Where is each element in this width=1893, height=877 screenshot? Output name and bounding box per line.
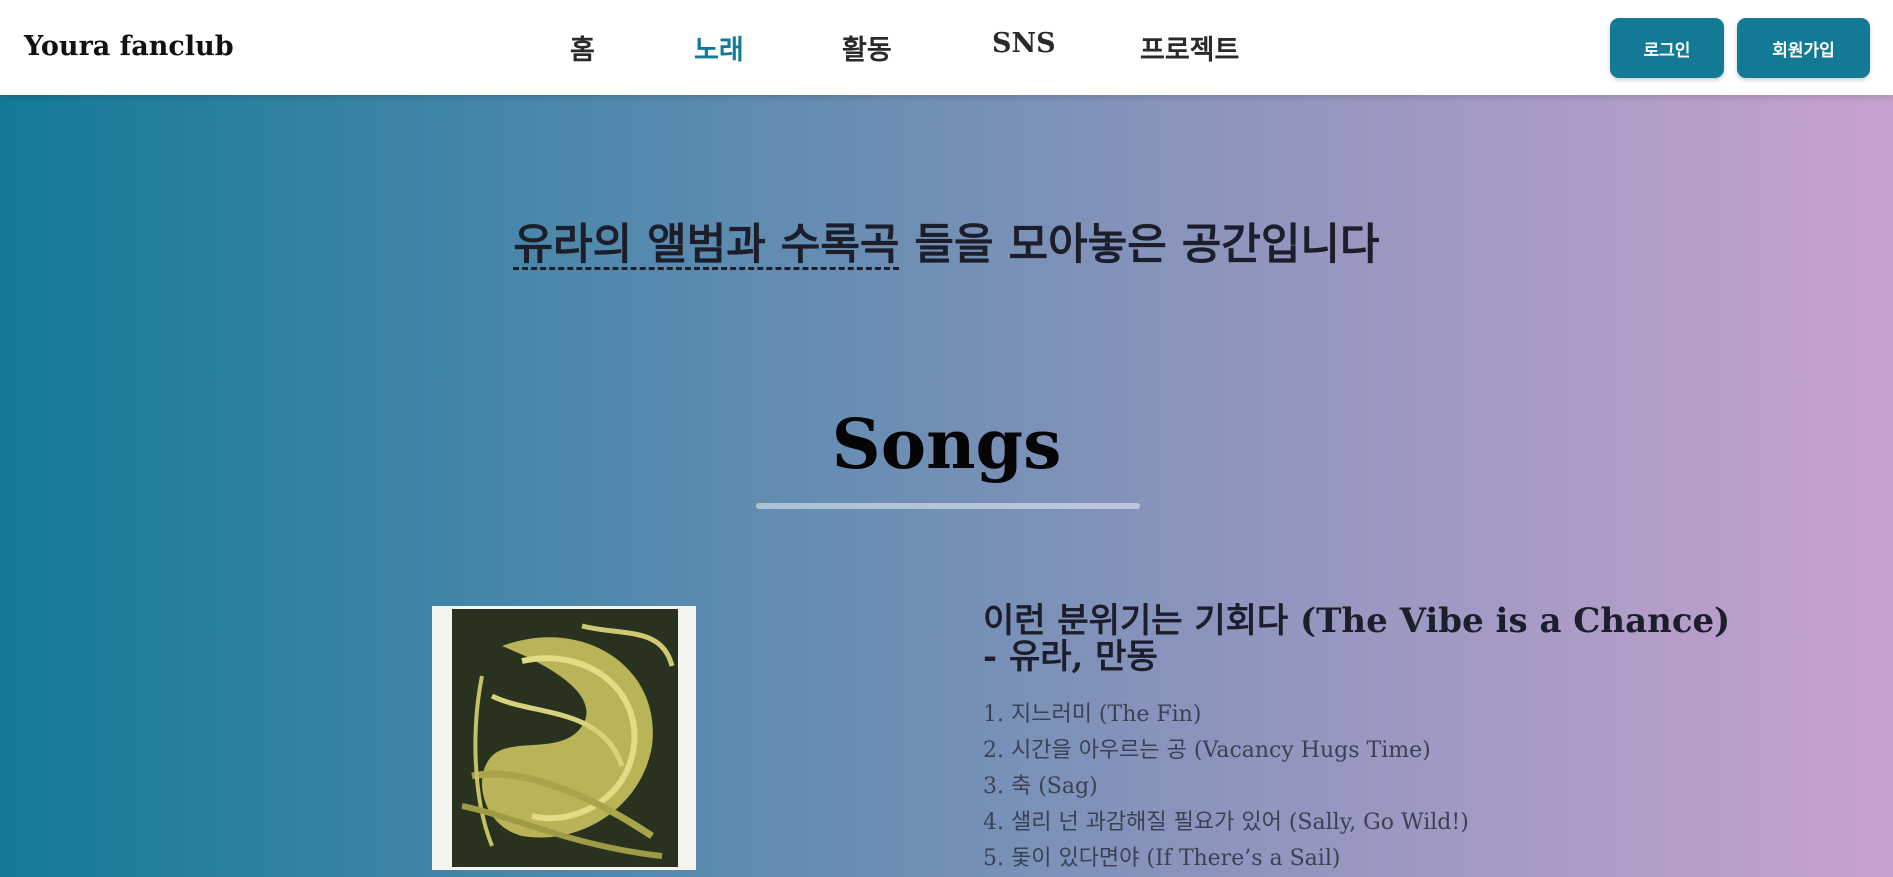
songs-title: Songs <box>831 405 1062 485</box>
track-item[interactable]: 1. 지느러미 (The Fin) <box>983 697 1469 733</box>
intro-heading: 유라의 앨범과 수록곡 들을 모아놓은 공간입니다 <box>0 210 1893 272</box>
album-cover-image[interactable] <box>432 606 696 870</box>
nav-item-projects[interactable]: 프로젝트 <box>1140 28 1239 67</box>
intro-abbr: 유라의 앨범과 수록곡 <box>513 220 900 270</box>
top-navbar: Youra fanclub 홈 노래 활동 SNS 프로젝트 로그인 회원가입 <box>0 0 1893 95</box>
login-button[interactable]: 로그인 <box>1610 18 1724 78</box>
track-item[interactable]: 3. 축 (Sag) <box>983 769 1469 805</box>
brand-logo[interactable]: Youra fanclub <box>24 31 234 62</box>
signup-button[interactable]: 회원가입 <box>1737 18 1870 78</box>
intro-rest: 들을 모아놓은 공간입니다 <box>899 220 1380 270</box>
album-title-line-2: - 유라, 만동 <box>983 637 1158 677</box>
album-title: 이런 분위기는 기회다 (The Vibe is a Chance) - 유라,… <box>983 603 1730 675</box>
track-item[interactable]: 2. 시간을 아우르는 공 (Vacancy Hugs Time) <box>983 733 1469 769</box>
nav-item-songs[interactable]: 노래 <box>694 28 744 67</box>
album-cover-artwork-icon <box>432 606 696 870</box>
nav-item-home[interactable]: 홈 <box>570 28 595 67</box>
nav-item-activities[interactable]: 활동 <box>842 28 892 67</box>
album-title-line-1: 이런 분위기는 기회다 (The Vibe is a Chance) <box>983 601 1731 641</box>
songs-title-underline <box>756 503 1140 509</box>
track-list: 1. 지느러미 (The Fin) 2. 시간을 아우르는 공 (Vacancy… <box>983 697 1469 877</box>
track-item[interactable]: 5. 돛이 있다면야 (If There’s a Sail) <box>983 841 1469 877</box>
track-item[interactable]: 4. 샐리 넌 과감해질 필요가 있어 (Sally, Go Wild!) <box>983 805 1469 841</box>
nav-item-sns[interactable]: SNS <box>992 28 1056 59</box>
